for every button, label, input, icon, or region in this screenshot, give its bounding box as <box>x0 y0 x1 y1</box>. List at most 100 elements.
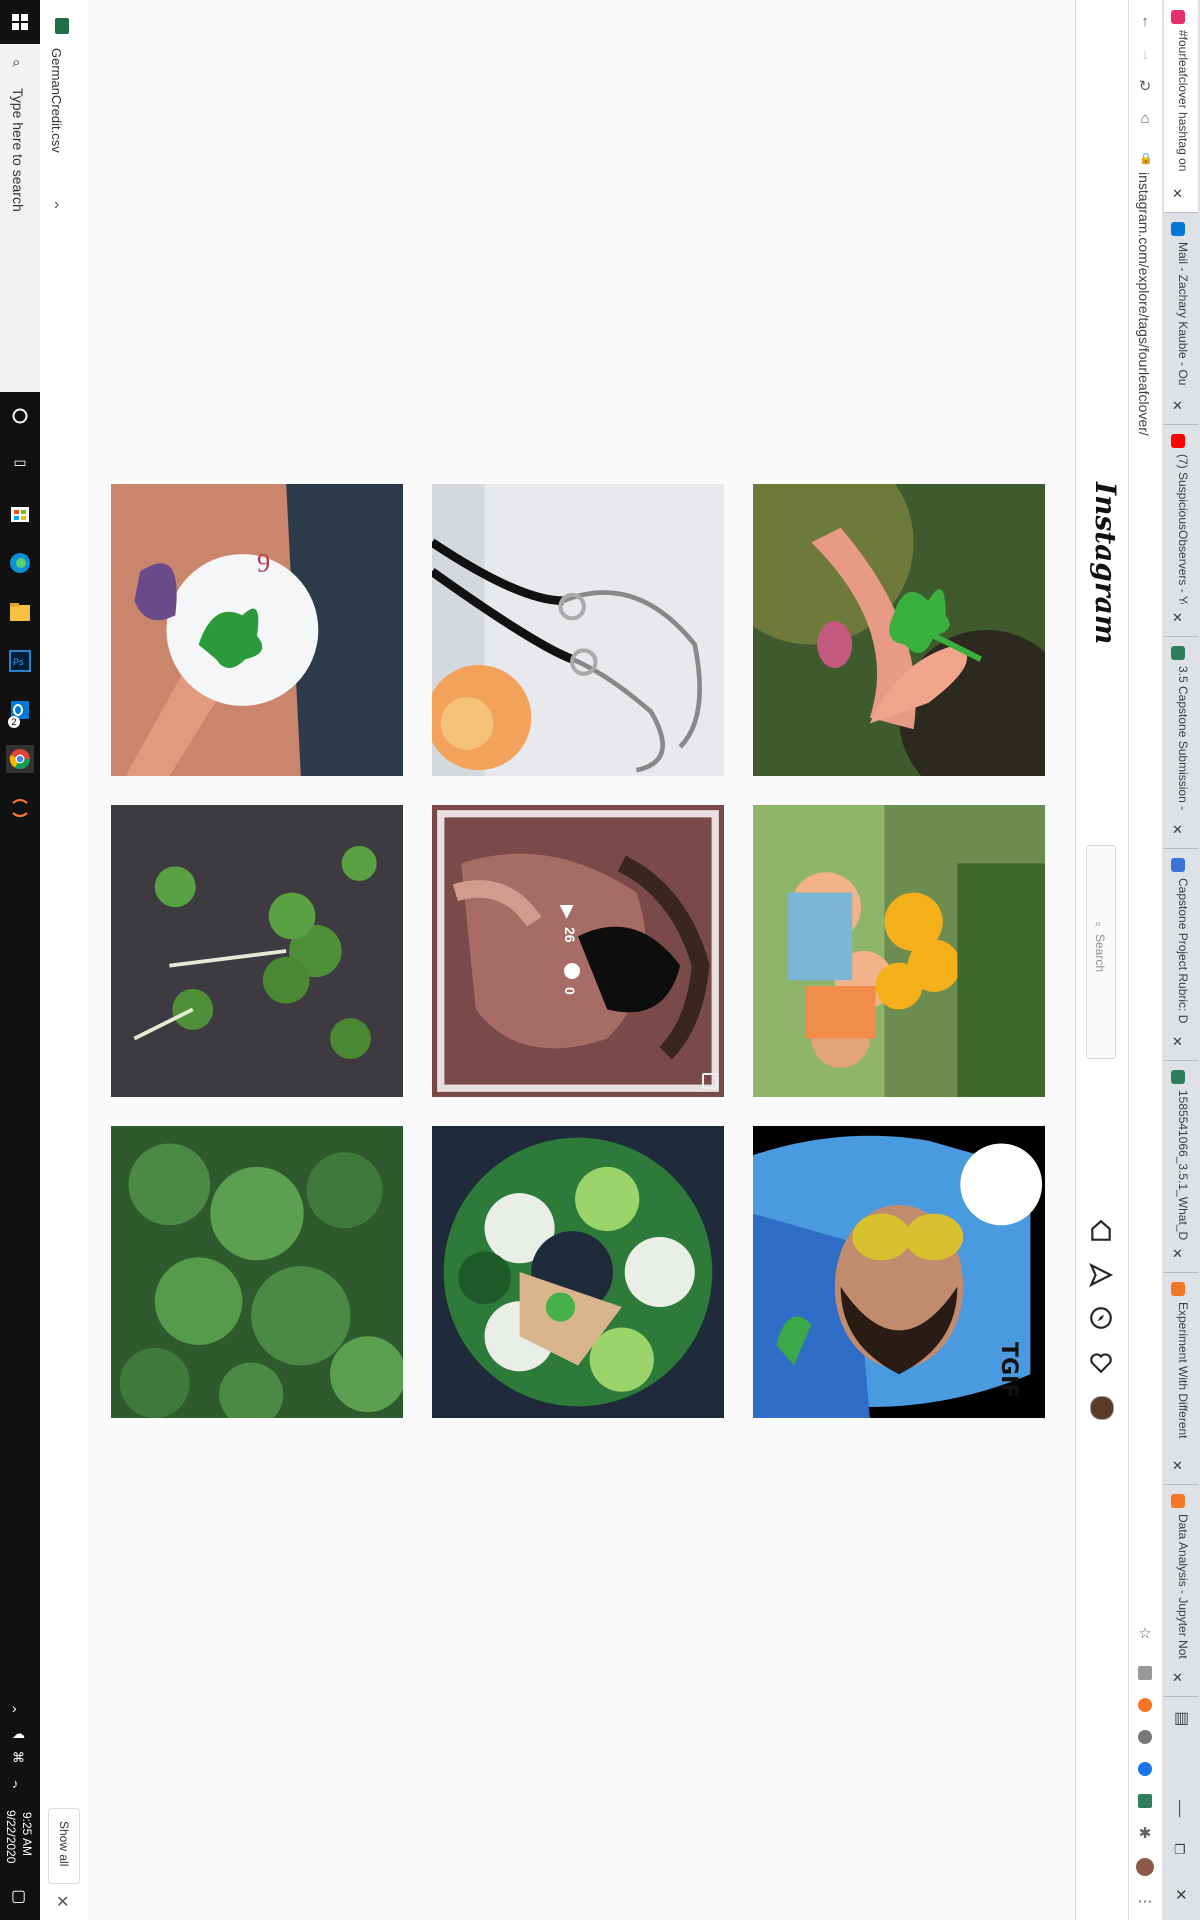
profile-icon[interactable] <box>1134 1856 1156 1878</box>
tab-close-icon[interactable]: ✕ <box>1172 1034 1183 1050</box>
tab-favicon-icon <box>1171 10 1185 24</box>
search-icon: ⌕ <box>12 54 21 71</box>
chrome-icon[interactable] <box>6 745 34 773</box>
volume-icon[interactable]: ♪ <box>12 1776 19 1791</box>
post-image <box>753 805 1045 1097</box>
forward-icon[interactable]: ↓ <box>1134 43 1156 65</box>
taskbar-search-text: Type here to search <box>10 88 26 212</box>
extension-icon[interactable] <box>1134 1694 1156 1716</box>
tab-title: Data Analysis - Jupyter Not <box>1176 1514 1190 1659</box>
browser-tab[interactable]: Data Analysis - Jupyter Not ✕ <box>1164 1484 1198 1697</box>
reload-icon[interactable]: ↻ <box>1134 75 1156 97</box>
browser-tab[interactable]: Capstone Project Rubric: D ✕ <box>1164 848 1198 1061</box>
show-all-button[interactable]: Show all <box>48 1808 80 1884</box>
browser-tab[interactable]: Experiment With Different ✕ <box>1164 1272 1198 1485</box>
instagram-search-input[interactable]: ⌕ Search <box>1086 845 1116 1059</box>
extensions-puzzle-icon[interactable]: ✱ <box>1134 1822 1156 1844</box>
video-stats-overlay: ▶ 26 0 <box>552 905 612 1005</box>
tab-favicon-icon <box>1171 1282 1185 1296</box>
csv-file-icon <box>55 18 69 34</box>
explore-compass-icon[interactable] <box>1088 1305 1114 1331</box>
extension-icon[interactable] <box>1134 1662 1156 1684</box>
extension-icon[interactable] <box>1134 1758 1156 1780</box>
microsoft-store-icon[interactable] <box>6 500 34 528</box>
tab-title: Experiment With Different <box>1176 1302 1190 1439</box>
taskbar-search-box[interactable]: ⌕ Type here to search <box>0 44 40 392</box>
lock-icon: 🔒 <box>1139 153 1153 165</box>
network-icon[interactable]: ⌘ <box>12 1750 25 1766</box>
tab-title: Mail - Zachary Kauble - Ou <box>1176 242 1190 386</box>
tab-title: Capstone Project Rubric: D <box>1176 878 1190 1024</box>
file-explorer-icon[interactable] <box>6 598 34 626</box>
browser-tab[interactable]: (7) SuspiciousObservers - Yo ✕ <box>1164 424 1198 637</box>
search-icon: ⌕ <box>1095 918 1102 930</box>
download-file-name: GermanCredit.csv <box>49 48 64 153</box>
post-tile[interactable] <box>432 1126 724 1418</box>
jupyter-icon[interactable] <box>6 794 34 822</box>
home-icon[interactable]: ⌂ <box>1134 107 1156 129</box>
post-tile[interactable] <box>753 805 1045 1097</box>
video-views: 26 <box>562 927 578 943</box>
tab-close-icon[interactable]: ✕ <box>1172 610 1183 626</box>
browser-tab[interactable]: 3.5 Capstone Submission - ✕ <box>1164 636 1198 849</box>
tab-close-icon[interactable]: ✕ <box>1172 1246 1183 1262</box>
browser-tab[interactable]: 1585541066_3.5.1_What_D ✕ <box>1164 1060 1198 1273</box>
bookmark-star-icon[interactable]: ☆ <box>1134 1622 1156 1644</box>
tab-close-icon[interactable]: ✕ <box>1172 1458 1183 1474</box>
address-bar[interactable]: 🔒 instagram.com/explore/tags/fourleafclo… <box>1128 150 1162 1630</box>
tab-close-icon[interactable]: ✕ <box>1172 1670 1183 1686</box>
window-close-icon[interactable]: ✕ <box>1175 1886 1188 1904</box>
scrollbar[interactable] <box>90 1900 102 1914</box>
post-tile[interactable]: TGIF <box>753 1126 1045 1418</box>
tab-close-icon[interactable]: ✕ <box>1172 822 1183 838</box>
window-minimize-icon[interactable]: │ <box>1176 1800 1185 1816</box>
tab-close-icon[interactable]: ✕ <box>1172 186 1183 202</box>
post-tile[interactable] <box>432 484 724 776</box>
tab-favicon-icon <box>1171 646 1185 660</box>
instagram-page: TGIF ▶ 26 0 9 <box>88 0 1075 1920</box>
clock-time: 9:25 AM <box>20 1812 34 1857</box>
edge-icon[interactable] <box>6 549 34 577</box>
new-tab-button[interactable]: ▥ <box>1174 1708 1189 1728</box>
post-tile[interactable] <box>753 484 1045 776</box>
chevron-icon[interactable]: › <box>54 196 59 214</box>
direct-message-icon[interactable] <box>1088 1262 1114 1288</box>
menu-icon[interactable]: ⋯ <box>1134 1890 1156 1912</box>
window-restore-icon[interactable]: ❐ <box>1174 1842 1186 1858</box>
tab-title: #fourleafclover hashtag on <box>1176 30 1190 172</box>
task-view-icon[interactable]: ▭ <box>6 448 34 476</box>
cortana-icon[interactable] <box>6 402 34 430</box>
browser-tab[interactable]: Mail - Zachary Kauble - Ou ✕ <box>1164 212 1198 425</box>
onedrive-icon[interactable]: ☁ <box>12 1726 25 1742</box>
tab-favicon-icon <box>1171 222 1185 236</box>
address-url: instagram.com/explore/tags/fourleafclove… <box>1136 172 1152 436</box>
post-tile[interactable] <box>111 1126 403 1418</box>
browser-tab[interactable]: #fourleafclover hashtag on ✕ <box>1164 0 1198 213</box>
close-download-bar-icon[interactable]: ✕ <box>56 1892 69 1912</box>
extension-icon[interactable] <box>1134 1790 1156 1812</box>
tray-chevron-icon[interactable]: › <box>12 1700 17 1716</box>
instagram-logo[interactable]: Instagram <box>1089 482 1122 644</box>
post-tile[interactable]: 9 <box>111 484 403 776</box>
post-tile[interactable]: ▶ 26 0 <box>432 805 724 1097</box>
tab-title: (7) SuspiciousObservers - Yo <box>1176 454 1190 604</box>
extension-icon[interactable] <box>1134 1726 1156 1748</box>
post-tile[interactable] <box>111 805 403 1097</box>
tab-close-icon[interactable]: ✕ <box>1172 398 1183 414</box>
activity-heart-icon[interactable] <box>1088 1349 1114 1375</box>
svg-text:Ps: Ps <box>13 657 24 667</box>
outlook-badge: 2 <box>8 716 20 728</box>
tab-favicon-icon <box>1171 434 1185 448</box>
profile-avatar[interactable] <box>1090 1396 1114 1420</box>
home-icon[interactable] <box>1088 1218 1114 1244</box>
taskbar-clock[interactable]: 9:25 AM 9/22/2020 <box>0 1806 40 1882</box>
tgif-sticker: TGIF <box>996 1342 1021 1399</box>
comment-icon <box>564 963 580 979</box>
photoshop-icon[interactable]: Ps <box>6 647 34 675</box>
back-icon[interactable]: ↑ <box>1134 10 1156 32</box>
show-all-label: Show all <box>57 1821 71 1867</box>
post-image <box>111 805 403 1097</box>
notification-icon[interactable]: ▢ <box>11 1886 26 1906</box>
start-button[interactable] <box>6 8 34 36</box>
download-item[interactable]: GermanCredit.csv › <box>46 10 82 220</box>
